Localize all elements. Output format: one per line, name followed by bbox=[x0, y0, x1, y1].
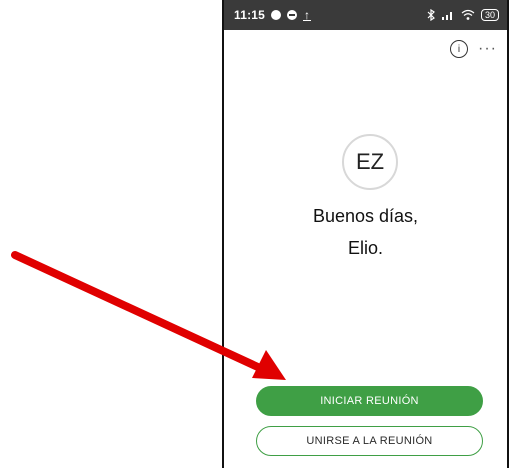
minus-circle-icon bbox=[287, 10, 298, 20]
status-time: 11:15 bbox=[234, 8, 266, 22]
status-bar: 11:15 ↑ 30 bbox=[224, 0, 507, 30]
join-meeting-button[interactable]: UNIRSE A LA REUNIÓN bbox=[256, 426, 483, 456]
avatar[interactable]: EZ bbox=[342, 134, 398, 190]
more-options-icon[interactable]: ··· bbox=[478, 41, 497, 57]
signal-icon bbox=[441, 12, 452, 20]
battery-icon: 30 bbox=[480, 9, 499, 21]
phone-screen: 11:15 ↑ 30 i ··· EZ Buenos días, Elio. I… bbox=[222, 0, 509, 468]
wifi-icon bbox=[461, 9, 475, 20]
avatar-initials: EZ bbox=[355, 149, 385, 174]
notification-icon bbox=[271, 10, 282, 20]
top-actions: i ··· bbox=[450, 40, 497, 58]
status-left: 11:15 ↑ bbox=[234, 7, 312, 22]
user-name: Elio. bbox=[347, 238, 383, 258]
status-right: 30 bbox=[427, 9, 499, 21]
info-icon[interactable]: i bbox=[450, 40, 469, 58]
bluetooth-icon bbox=[427, 9, 435, 21]
upload-icon: ↑ bbox=[303, 7, 312, 22]
screenshot-canvas: 11:15 ↑ 30 i ··· EZ Buenos días, Elio. I… bbox=[0, 0, 509, 468]
greeting-text: Buenos días, bbox=[312, 206, 419, 226]
start-meeting-button[interactable]: INICIAR REUNIÓN bbox=[256, 386, 483, 416]
